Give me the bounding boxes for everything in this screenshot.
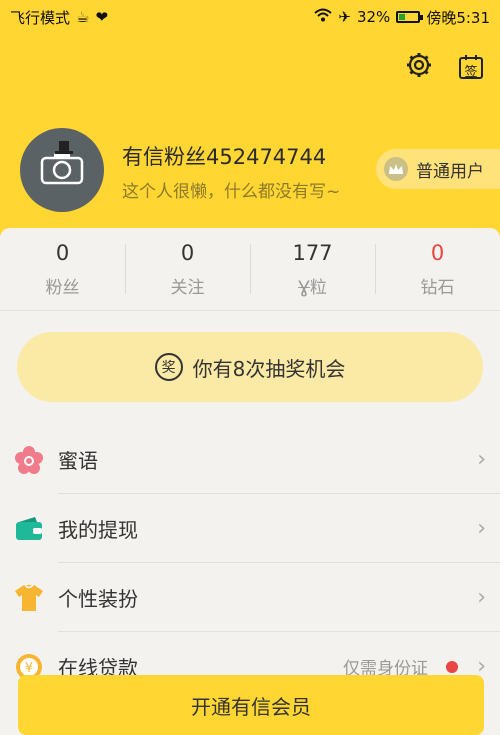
lottery-text: 你有8次抽奖机会 xyxy=(192,356,346,381)
top-hat-icon xyxy=(55,140,73,159)
menu-label: 个性装扮 xyxy=(58,587,138,611)
stat-diamonds[interactable]: 0 钻石 xyxy=(375,228,500,310)
gear-icon xyxy=(405,51,433,83)
chevron-right-icon: › xyxy=(477,585,486,610)
red-dot-badge xyxy=(446,660,458,673)
heart-icon: ❤ xyxy=(95,8,109,26)
menu-list: 蜜语 › 我的提现 › 个性装扮 › ¥ 在线贷款 仅需身份证 › xyxy=(0,425,500,701)
open-vip-button[interactable]: 开通有信会员 xyxy=(18,675,484,735)
battery-percent: 32% xyxy=(356,8,391,26)
menu-item-withdraw[interactable]: 我的提现 › xyxy=(0,494,500,563)
user-name: 有信粉丝452474744 xyxy=(122,145,327,169)
clock: 傍晚5:31 xyxy=(426,8,490,27)
flower-icon xyxy=(14,445,44,475)
user-level-badge[interactable]: 普通用户 xyxy=(376,149,500,189)
stat-value: 0 xyxy=(180,240,195,265)
menu-label: 我的提现 xyxy=(58,518,138,542)
stat-value: 0 xyxy=(430,240,445,265)
battery-icon xyxy=(396,11,424,23)
stat-label: 粉丝 xyxy=(45,277,80,298)
divider xyxy=(0,310,500,311)
menu-item-dressup[interactable]: 个性装扮 › xyxy=(0,563,500,632)
menu-item-miyu[interactable]: 蜜语 › xyxy=(0,425,500,494)
checkin-button[interactable]: 签 xyxy=(456,52,486,82)
stat-value: 177 xyxy=(292,240,333,265)
lottery-banner[interactable]: 奖 你有8次抽奖机会 xyxy=(17,332,483,402)
stat-label: Ɣ粒 xyxy=(298,277,327,298)
chevron-right-icon: › xyxy=(477,447,486,472)
user-bio[interactable]: 这个人很懒，什么都没有写~ xyxy=(122,177,340,202)
user-level-label: 普通用户 xyxy=(416,161,484,182)
calendar-sign-icon: 签 xyxy=(458,54,484,80)
chevron-right-icon: › xyxy=(477,516,486,541)
checkin-label: 签 xyxy=(464,65,478,80)
lottery-coin-icon: 奖 xyxy=(154,353,183,381)
open-vip-label: 开通有信会员 xyxy=(191,695,311,719)
status-bar: 飞行模式 ☕ ❤ ✈ 32% 傍晚5:31 xyxy=(0,0,500,34)
settings-button[interactable] xyxy=(404,52,434,82)
airplane-mode-text: 飞行模式 xyxy=(10,8,71,27)
wifi-icon xyxy=(314,8,333,26)
notification-icon: ☕ xyxy=(76,8,90,26)
svg-text:¥: ¥ xyxy=(25,661,33,676)
stat-label: 关注 xyxy=(170,277,205,298)
grain-currency-icon: Ɣ xyxy=(298,277,310,298)
wallet-icon xyxy=(14,514,44,544)
stat-label: 钻石 xyxy=(420,277,455,298)
crown-icon xyxy=(384,157,408,181)
shirt-icon xyxy=(14,583,44,613)
stat-following[interactable]: 0 关注 xyxy=(125,228,250,310)
stat-value: 0 xyxy=(55,240,70,265)
stats-bar: 0 粉丝 0 关注 177 Ɣ粒 0 钻石 xyxy=(0,228,500,310)
menu-label: 蜜语 xyxy=(58,449,98,473)
stat-grains[interactable]: 177 Ɣ粒 xyxy=(250,228,375,310)
stat-fans[interactable]: 0 粉丝 xyxy=(0,228,125,310)
airplane-icon: ✈ xyxy=(338,8,351,26)
